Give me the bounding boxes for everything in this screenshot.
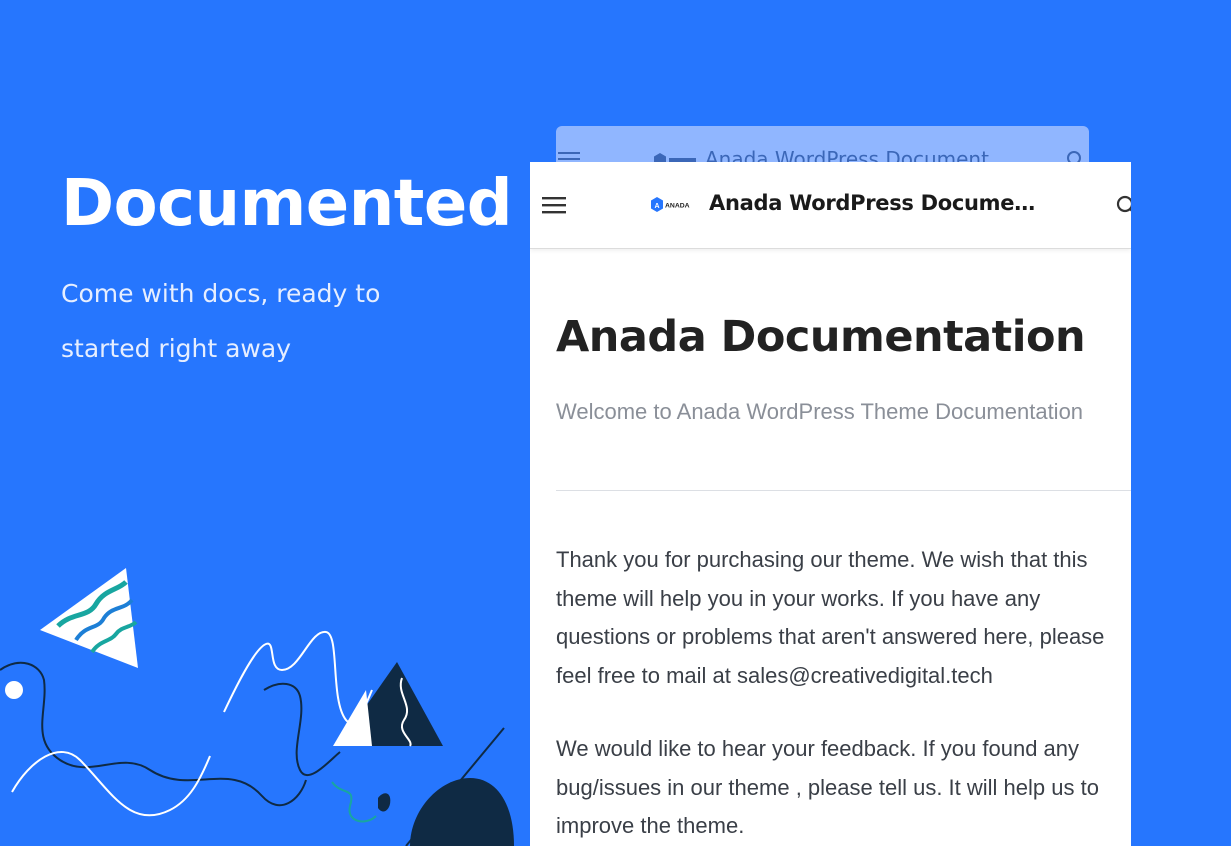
promo-canvas: Documented Come with docs, ready to star… xyxy=(0,0,1231,846)
svg-text:A: A xyxy=(654,203,659,210)
doc-title: Anada Documentation xyxy=(556,312,1086,362)
hero-subtitle: Come with docs, ready to started right a… xyxy=(61,279,381,363)
feedback-paragraph: We would like to hear your feedback. If … xyxy=(556,736,1099,838)
divider xyxy=(556,490,1131,491)
anada-logo-icon[interactable]: A ANADA xyxy=(650,196,700,214)
decorative-shapes xyxy=(0,568,514,846)
documentation-preview: A ANADA Anada WordPress Document... Anad… xyxy=(530,162,1131,846)
logo-text: ANADA xyxy=(665,203,690,210)
search-icon[interactable] xyxy=(1116,195,1131,217)
hamburger-menu-icon[interactable] xyxy=(542,195,568,215)
doc-subtitle: Welcome to Anada WordPress Theme Documen… xyxy=(556,399,1084,424)
hero-title: Documented xyxy=(61,167,513,241)
mobile-header: A ANADA Anada WordPress Document... xyxy=(530,162,1131,249)
intro-paragraph: Thank you for purchasing our theme. We w… xyxy=(556,547,1105,688)
header-title: Anada WordPress Document... xyxy=(709,191,1039,215)
